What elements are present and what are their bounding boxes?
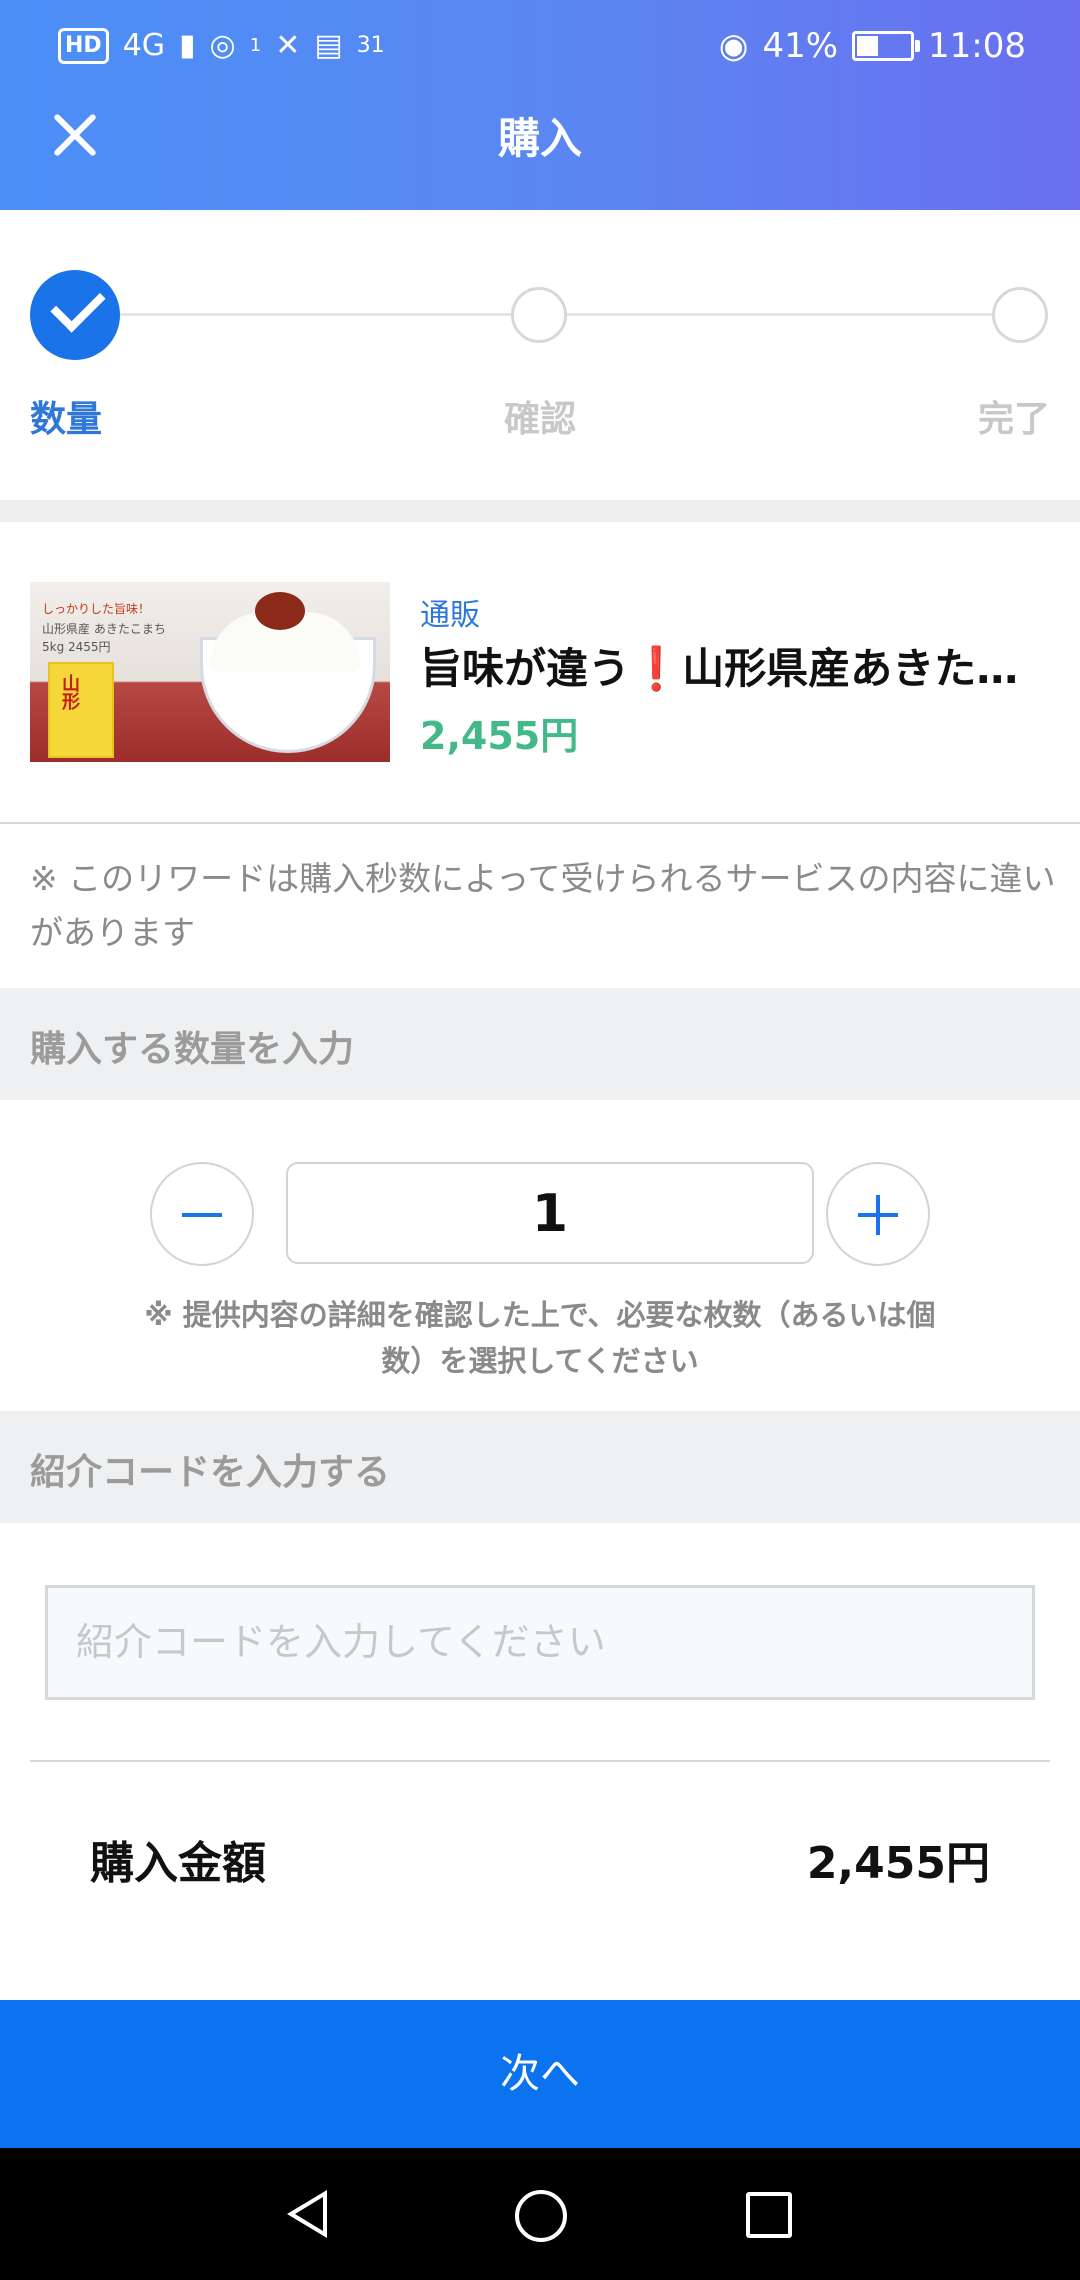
back-icon[interactable] [287,2190,327,2238]
battery-icon [852,31,921,61]
system-nav-bar [0,2148,1080,2280]
next-button[interactable]: 次へ [0,2000,1080,2148]
missed-call-icon: ✕ [275,28,301,63]
status-bar: HD 4G ▮ ◎ 1 ✕ ▤ 31 ◉ 41% 11:08 [0,0,1080,90]
total-label: 購入金額 [90,1838,266,1889]
quantity-section-title: 購入する数量を入力 [30,1029,355,1070]
step-pending-icon [511,287,567,343]
referral-section-title: 紹介コードを入力する [30,1452,391,1493]
check-icon [50,277,106,333]
home-icon[interactable] [515,2190,567,2242]
hd-icon: HD [58,28,109,64]
product-image: しっかりした旨味！ 山形県産 あきたこまち 5kg 2455円 山形 [30,582,390,762]
calendar-icon: ▤ [314,28,343,63]
total-amount: 2,455円 [806,1838,990,1889]
step-label-confirm: 確認 [504,399,577,440]
umeboshi-graphic [255,592,305,630]
quantity-input[interactable]: 1 [286,1162,814,1264]
divider [0,822,1080,824]
battery-percent: 41% [762,26,839,66]
section-divider [0,500,1080,522]
product-card[interactable]: しっかりした旨味！ 山形県産 あきたこまち 5kg 2455円 山形 通販 旨味が… [0,522,1080,822]
calendar-day: 31 [356,33,385,58]
clock: 11:08 [928,26,1026,66]
rice-bag-graphic: 山形 [48,662,114,758]
signal-icon: ▮ [179,28,196,63]
referral-code-input[interactable]: 紹介コードを入力してください [45,1585,1035,1700]
divider [30,1760,1050,1762]
recent-apps-icon[interactable] [746,2192,792,2238]
status-icons-left: HD 4G ▮ ◎ 1 ✕ ▤ 31 [58,24,385,68]
status-icons-right: ◉ 41% 11:08 [719,24,1026,68]
step-pending-icon [992,287,1048,343]
quantity-note: ※ 提供内容の詳細を確認した上で、必要な枚数（あるいは個数）を選択してください [144,1298,936,1378]
step-done-icon [30,270,120,360]
referral-section-header: 紹介コードを入力する [0,1411,1080,1523]
step-connector [567,313,992,316]
hotspot-icon: ◎ [209,28,236,63]
product-category: 通販 [420,598,480,633]
progress-stepper: 数量 確認 完了 [0,210,1080,500]
image-caption: 山形県産 あきたこまち 5kg 2455円 [42,622,166,654]
decrease-quantity-button[interactable] [150,1162,254,1266]
product-name: 旨味が違う❗山形県産あきたこまち5kg [420,644,1050,693]
step-label-complete: 完了 [978,399,1051,440]
step-connector [120,313,515,316]
step-label-quantity: 数量 [30,399,103,440]
quantity-section-header: 購入する数量を入力 [0,988,1080,1100]
notification-count: 1 [249,35,262,56]
product-price: 2,455円 [420,714,579,758]
minus-icon [182,1213,222,1217]
page-title: 購入 [497,114,582,163]
eye-comfort-icon: ◉ [718,26,749,66]
reward-notice: ※ このリワードは購入秒数によって受けられるサービスの内容に違いがあります [30,859,1056,952]
app-header: HD 4G ▮ ◎ 1 ✕ ▤ 31 ◉ 41% 11:08 購入 [0,0,1080,210]
image-caption: しっかりした旨味！ [42,602,151,616]
increase-quantity-button[interactable] [826,1162,930,1266]
network-type: 4G [122,28,166,63]
